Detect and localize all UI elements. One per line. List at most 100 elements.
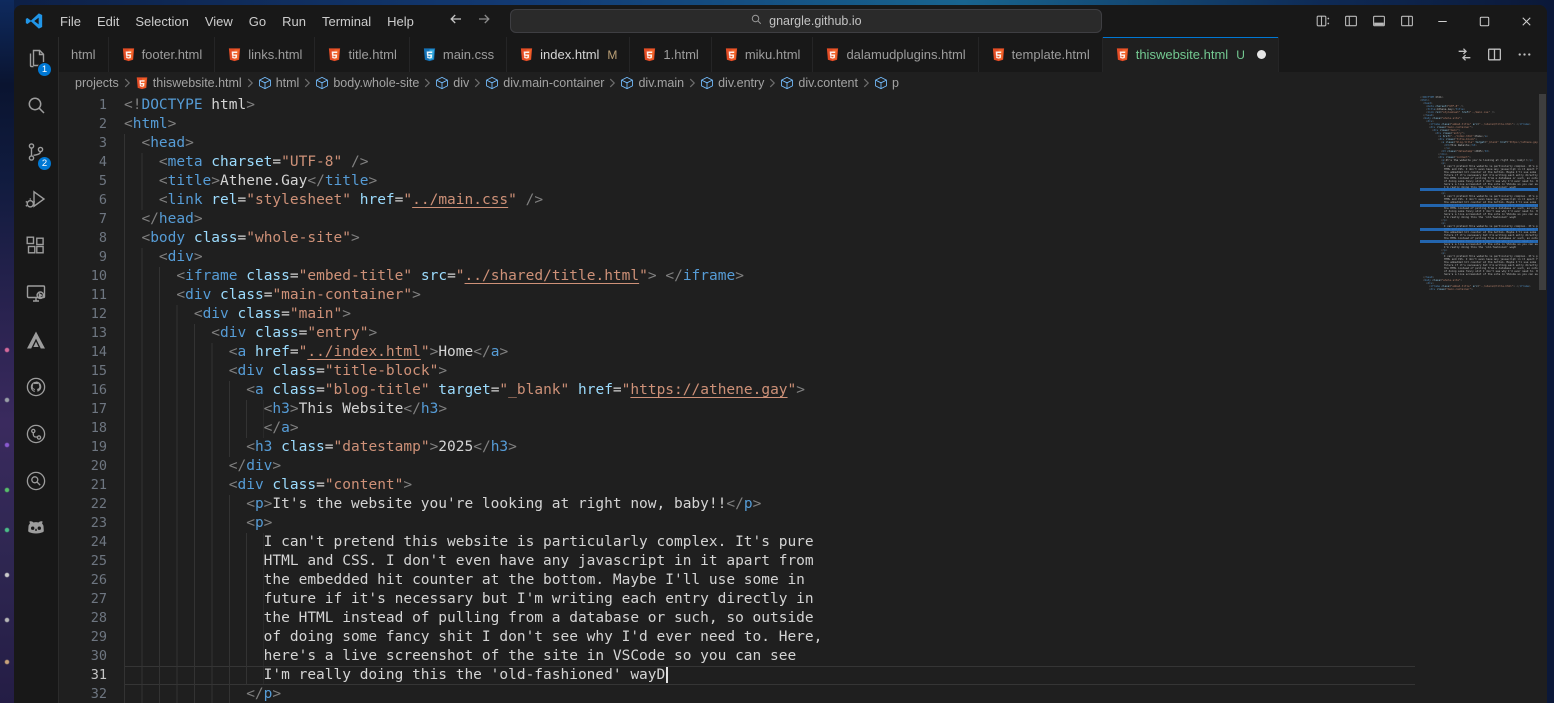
line-number: 2	[59, 115, 107, 134]
code-line[interactable]: 7</head>	[59, 210, 1415, 229]
code-editor[interactable]: 1<!DOCTYPE html>2<html>3<head>4<meta cha…	[59, 94, 1547, 703]
run-and-debug-icon	[24, 187, 48, 216]
fold-gutter	[107, 419, 124, 438]
toggle-panel-icon[interactable]	[1365, 8, 1393, 34]
toggle-primary-sidebar-icon[interactable]	[1337, 8, 1365, 34]
code-line[interactable]: 30here's a live screenshot of the site i…	[59, 647, 1415, 666]
breadcrumb-item-div[interactable]: div	[435, 76, 469, 90]
minimap[interactable]: <!DOCTYPE html><html><head><meta charset…	[1420, 96, 1538, 703]
activity-extensions[interactable]	[14, 225, 58, 272]
code-line[interactable]: 6<link rel="stylesheet" href="../main.cs…	[59, 191, 1415, 210]
activity-gitlens[interactable]	[14, 413, 58, 460]
tab-1-html[interactable]: 1.html	[630, 37, 711, 72]
code-line[interactable]: 20</div>	[59, 457, 1415, 476]
breadcrumb-item-div-main[interactable]: div.main	[620, 76, 684, 90]
code-line[interactable]: 26the embedded hit counter at the bottom…	[59, 571, 1415, 590]
fold-gutter	[107, 172, 124, 191]
activity-search[interactable]	[14, 84, 58, 131]
menu-file[interactable]: File	[52, 11, 89, 32]
activity-explorer[interactable]: 1	[14, 37, 58, 84]
close-button[interactable]	[1505, 5, 1547, 37]
tab-template-html[interactable]: template.html	[979, 37, 1103, 72]
split-editor-icon[interactable]	[1479, 40, 1509, 70]
activity-code-search[interactable]	[14, 460, 58, 507]
back-arrow-icon[interactable]	[448, 11, 468, 31]
code-line[interactable]: 3<head>	[59, 134, 1415, 153]
maximize-button[interactable]	[1463, 5, 1505, 37]
code-line[interactable]: 27future if it's necessary but I'm writi…	[59, 590, 1415, 609]
code-line[interactable]: 15<div class="title-block">	[59, 362, 1415, 381]
tab-main-css[interactable]: main.css	[410, 37, 507, 72]
line-number: 29	[59, 628, 107, 647]
breadcrumb-item-projects[interactable]: projects	[75, 76, 119, 90]
code-line[interactable]: 5<title>Athene.Gay</title>	[59, 172, 1415, 191]
breadcrumb-item-div-content[interactable]: div.content	[780, 76, 858, 90]
fold-gutter	[107, 115, 124, 134]
code-line[interactable]: 2<html>	[59, 115, 1415, 134]
code-line[interactable]: 13<div class="entry">	[59, 324, 1415, 343]
breadcrumb-item-thiswebsite-html[interactable]: thiswebsite.html	[135, 76, 242, 90]
code-line[interactable]: 1<!DOCTYPE html>	[59, 96, 1415, 115]
activity-godot-tools[interactable]	[14, 507, 58, 554]
fold-gutter	[107, 286, 124, 305]
activity-source-control[interactable]: 2	[14, 131, 58, 178]
menu-view[interactable]: View	[197, 11, 241, 32]
code-line[interactable]: 12<div class="main">	[59, 305, 1415, 324]
code-line[interactable]: 24I can't pretend this website is partic…	[59, 533, 1415, 552]
code-line[interactable]: 31I'm really doing this the 'old-fashion…	[59, 666, 1415, 685]
code-line[interactable]: 21<div class="content">	[59, 476, 1415, 495]
menu-go[interactable]: Go	[241, 11, 274, 32]
code-line[interactable]: 4<meta charset="UTF-8" />	[59, 153, 1415, 172]
activity-remote-explorer[interactable]	[14, 272, 58, 319]
menu-selection[interactable]: Selection	[127, 11, 196, 32]
code-line[interactable]: 14<a href="../index.html">Home</a>	[59, 343, 1415, 362]
code-line[interactable]: 25HTML and CSS. I don't even have any ja…	[59, 552, 1415, 571]
code-line[interactable]: 32</p>	[59, 685, 1415, 703]
breadcrumb-item-html[interactable]: html	[258, 76, 300, 90]
code-line[interactable]: 23<p>	[59, 514, 1415, 533]
minimize-button[interactable]	[1421, 5, 1463, 37]
tab-footer-html[interactable]: footer.html	[109, 37, 216, 72]
open-changes-icon[interactable]	[1449, 40, 1479, 70]
code-text: here's a live screenshot of the site in …	[124, 647, 1415, 666]
activity-run-and-debug[interactable]	[14, 178, 58, 225]
code-line[interactable]: 18</a>	[59, 419, 1415, 438]
code-line[interactable]: 22<p>It's the website you're looking at …	[59, 495, 1415, 514]
tab-index-html[interactable]: index.htmlM	[507, 37, 630, 72]
menu-terminal[interactable]: Terminal	[314, 11, 379, 32]
tab-dalamudplugins-html[interactable]: dalamudplugins.html	[813, 37, 978, 72]
more-actions-icon[interactable]	[1509, 40, 1539, 70]
html5-icon	[519, 47, 534, 62]
code-line[interactable]: 11<div class="main-container">	[59, 286, 1415, 305]
tab-links-html[interactable]: links.html	[215, 37, 315, 72]
menu-run[interactable]: Run	[274, 11, 314, 32]
tab-thiswebsite-html[interactable]: thiswebsite.htmlU	[1103, 37, 1279, 72]
code-line[interactable]: 8<body class="whole-site">	[59, 229, 1415, 248]
command-center-search[interactable]: gnargle.github.io	[510, 9, 1102, 33]
breadcrumb-item-div-entry[interactable]: div.entry	[700, 76, 764, 90]
code-line[interactable]: 19<h3 class="datestamp">2025</h3>	[59, 438, 1415, 457]
breadcrumb-item-body-whole-site[interactable]: body.whole-site	[315, 76, 419, 90]
tab-title-html[interactable]: title.html	[315, 37, 409, 72]
tab-html[interactable]: html	[59, 37, 109, 72]
breadcrumb-item-p[interactable]: p	[874, 76, 899, 90]
menu-help[interactable]: Help	[379, 11, 422, 32]
code-line[interactable]: 28the HTML instead of pulling from a dat…	[59, 609, 1415, 628]
activity-github[interactable]	[14, 366, 58, 413]
menu-edit[interactable]: Edit	[89, 11, 127, 32]
code-line[interactable]: 9<div>	[59, 248, 1415, 267]
tab-miku-html[interactable]: miku.html	[712, 37, 814, 72]
activity-a-extension[interactable]	[14, 319, 58, 366]
code-line[interactable]: 17<h3>This Website</h3>	[59, 400, 1415, 419]
breadcrumb: projects thiswebsite.html html body.whole-s…	[59, 72, 1547, 94]
command-center-text: gnargle.github.io	[769, 14, 861, 28]
customize-layout-icon[interactable]	[1309, 8, 1337, 34]
code-line[interactable]: 10<iframe class="embed-title" src="../sh…	[59, 267, 1415, 286]
forward-arrow-icon[interactable]	[476, 11, 496, 31]
code-line[interactable]: 16<a class="blog-title" target="_blank" …	[59, 381, 1415, 400]
minimap-highlight	[1420, 240, 1538, 243]
toggle-secondary-sidebar-icon[interactable]	[1393, 8, 1421, 34]
code-line[interactable]: 29of doing some fancy shit I don't see w…	[59, 628, 1415, 647]
breadcrumb-item-div-main-container[interactable]: div.main-container	[485, 76, 604, 90]
editor-scrollbar[interactable]	[1539, 94, 1546, 290]
